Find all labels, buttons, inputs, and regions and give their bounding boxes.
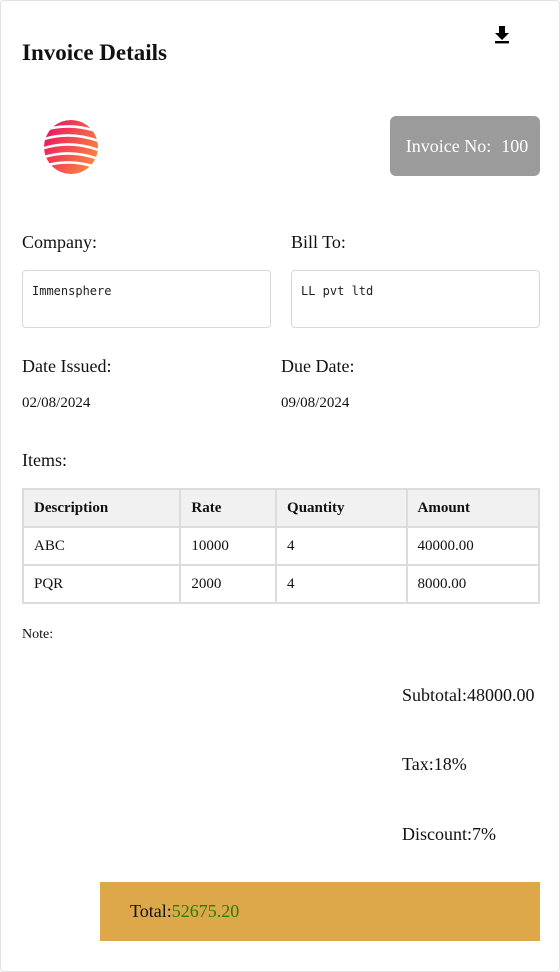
item-description: ABC (23, 527, 181, 565)
subtotal-value: 48000.00 (467, 685, 535, 705)
discount-line: Discount:7% (402, 823, 496, 845)
item-quantity: 4 (276, 565, 407, 603)
tax-value: 18% (433, 754, 467, 774)
total-bar: Total: 52675.20 (100, 882, 540, 941)
table-header-row: Description Rate Quantity Amount (23, 489, 539, 527)
download-icon (495, 26, 509, 44)
table-row: PQR 2000 4 8000.00 (23, 565, 539, 603)
invoice-card: Invoice Details Invoice No: 100 Company:… (0, 0, 560, 972)
discount-value: 7% (472, 824, 496, 844)
download-button[interactable] (491, 23, 513, 45)
company-logo (43, 119, 99, 175)
bill-to-label: Bill To: (291, 232, 346, 252)
column-header-amount: Amount (406, 489, 539, 527)
invoice-number-label: Invoice No: (405, 135, 492, 156)
company-label: Company: (22, 232, 97, 252)
note-label: Note: (22, 627, 54, 642)
items-table: Description Rate Quantity Amount ABC 100… (22, 488, 540, 604)
tax-label: Tax: (402, 754, 434, 774)
tax-line: Tax:18% (402, 753, 467, 775)
subtotal-line: Subtotal:48000.00 (402, 684, 535, 706)
item-amount: 8000.00 (406, 565, 539, 603)
item-description: PQR (23, 565, 181, 603)
invoice-number-value: 100 (501, 135, 529, 156)
due-date-value: 09/08/2024 (281, 395, 350, 411)
items-label: Items: (22, 450, 67, 470)
item-rate: 2000 (180, 565, 277, 603)
total-label: Total: (130, 901, 172, 921)
page-title: Invoice Details (22, 40, 168, 65)
table-row: ABC 10000 4 40000.00 (23, 527, 539, 565)
item-rate: 10000 (180, 527, 277, 565)
column-header-quantity: Quantity (276, 489, 407, 527)
item-amount: 40000.00 (406, 527, 539, 565)
due-date-label: Due Date: (281, 356, 355, 376)
invoice-number-badge: Invoice No: 100 (390, 116, 540, 176)
item-quantity: 4 (276, 527, 407, 565)
company-field[interactable]: Immensphere (22, 270, 271, 328)
bill-to-field[interactable]: LL pvt ltd (291, 270, 540, 328)
column-header-rate: Rate (180, 489, 277, 527)
date-issued-value: 02/08/2024 (22, 395, 91, 411)
total-value: 52675.20 (171, 901, 240, 921)
column-header-description: Description (23, 489, 181, 527)
subtotal-label: Subtotal: (402, 685, 468, 705)
discount-label: Discount: (402, 824, 472, 844)
date-issued-label: Date Issued: (22, 356, 112, 376)
